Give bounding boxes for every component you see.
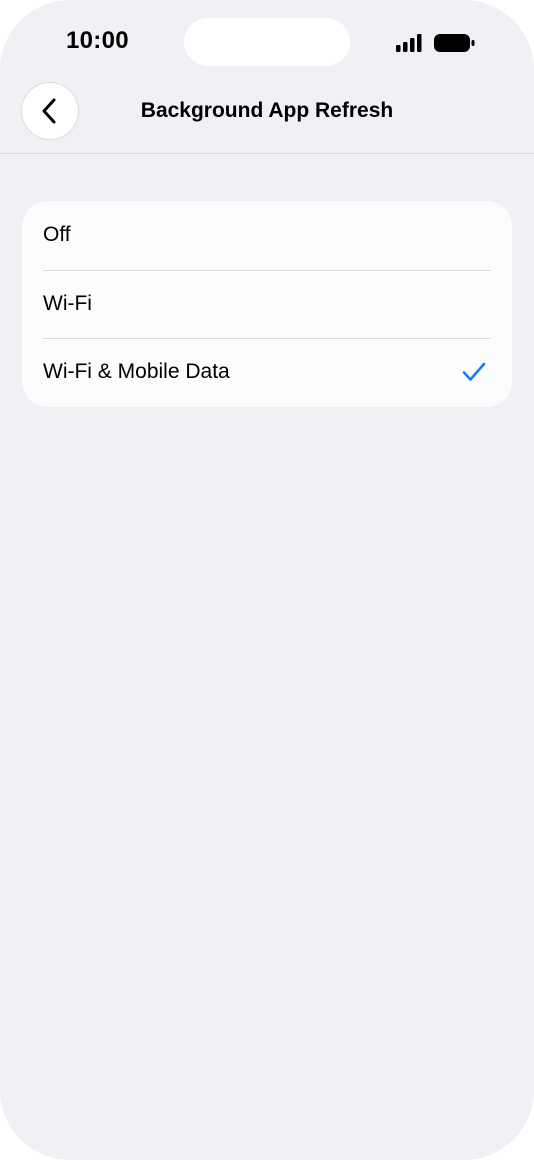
checkmark-icon bbox=[462, 363, 486, 382]
option-wifi-mobile-data[interactable]: Wi-Fi & Mobile Data bbox=[22, 338, 512, 407]
status-time: 10:00 bbox=[66, 27, 129, 54]
option-wifi[interactable]: Wi-Fi bbox=[22, 269, 512, 339]
option-label: Wi-Fi & Mobile Data bbox=[43, 360, 230, 384]
signal-icon bbox=[396, 34, 422, 52]
navigation-bar: Background App Refresh bbox=[0, 80, 534, 154]
battery-icon bbox=[434, 34, 475, 52]
option-label: Wi-Fi bbox=[43, 291, 92, 315]
dynamic-island bbox=[184, 18, 350, 66]
page-title: Background App Refresh bbox=[140, 99, 394, 122]
phone-screen: 10:00 Background App Refresh Off Wi-Fi W… bbox=[0, 0, 534, 1160]
status-bar: 10:00 bbox=[0, 0, 534, 80]
option-label: Off bbox=[43, 223, 71, 247]
refresh-options-list: Off Wi-Fi Wi-Fi & Mobile Data bbox=[22, 201, 512, 407]
option-off[interactable]: Off bbox=[22, 201, 512, 270]
